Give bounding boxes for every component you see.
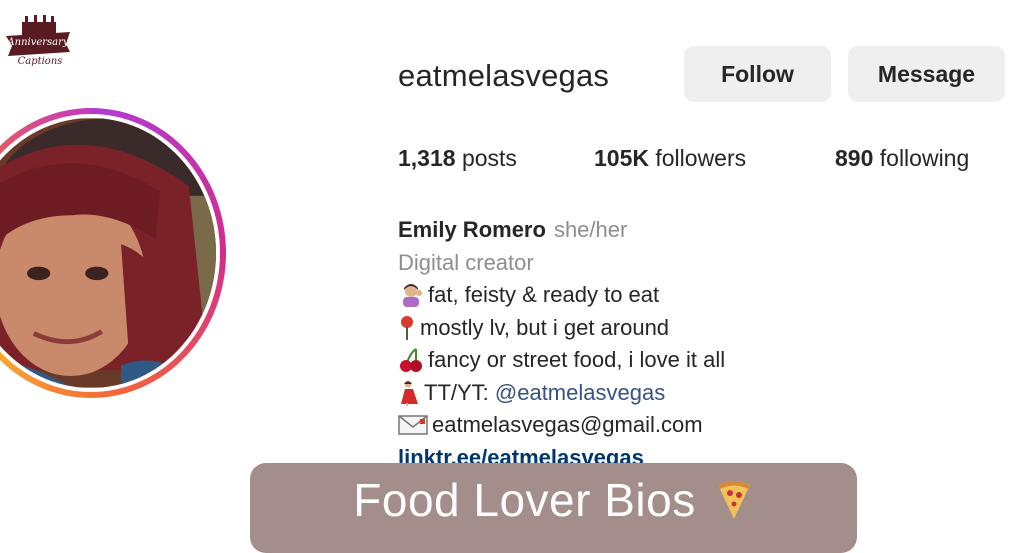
- posts-count: 1,318: [398, 145, 456, 171]
- profile-avatar[interactable]: [0, 118, 216, 388]
- bio-line: mostly lv, but i get around: [398, 312, 725, 345]
- cherries-icon: [400, 348, 422, 373]
- logo-text-bottom: Captions: [18, 56, 63, 66]
- full-name: Emily Romero: [398, 217, 546, 242]
- bio-line-text: fat, feisty & ready to eat: [428, 282, 660, 307]
- bio-line: TT/YT: @eatmelasvegas: [398, 377, 725, 410]
- bio-line-text: eatmelasvegas@gmail.com: [432, 412, 703, 437]
- posts-label: posts: [461, 145, 517, 171]
- followers-label: followers: [655, 145, 747, 171]
- bio-line: eatmelasvegas@gmail.com: [398, 409, 725, 442]
- posts-stat: 1,318 posts: [398, 145, 517, 172]
- tiktok-youtube-handle-link[interactable]: @eatmelasvegas: [495, 377, 665, 410]
- following-label: following: [879, 145, 970, 171]
- pizza-icon: [717, 481, 750, 519]
- followers-count: 105K: [594, 145, 649, 171]
- following-count: 890: [835, 145, 874, 171]
- bio-line-prefix: TT/YT:: [424, 379, 495, 405]
- title-banner: Food Lover Bios: [250, 463, 857, 553]
- round-pushpin-icon: [401, 315, 413, 340]
- bio-line: fancy or street food, i love it all: [398, 344, 725, 377]
- bio-line-text: mostly lv, but i get around: [420, 314, 670, 340]
- follow-button[interactable]: Follow: [684, 46, 831, 102]
- followers-stat[interactable]: 105K followers: [594, 145, 746, 172]
- logo-text-top: Anniversary: [6, 37, 69, 48]
- envelope-icon: [398, 415, 428, 435]
- pronouns: she/her: [553, 217, 628, 242]
- story-ring[interactable]: [0, 108, 226, 398]
- category-label: Digital creator: [398, 249, 534, 275]
- bio-line: fat, feisty & ready to eat: [398, 279, 725, 312]
- woman-tipping-hand-icon: [403, 284, 422, 308]
- dancer-icon: [401, 380, 418, 406]
- following-stat[interactable]: 890 following: [835, 145, 969, 172]
- profile-username: eatmelasvegas: [398, 58, 610, 93]
- banner-title: Food Lover Bios: [353, 474, 696, 526]
- bio-line-text: fancy or street food, i love it all: [428, 347, 726, 372]
- profile-bio: Emily Romero she/her Digital creator fat…: [398, 214, 725, 474]
- anniversary-captions-logo: Anniversary Captions: [6, 15, 70, 66]
- message-button[interactable]: Message: [848, 46, 1005, 102]
